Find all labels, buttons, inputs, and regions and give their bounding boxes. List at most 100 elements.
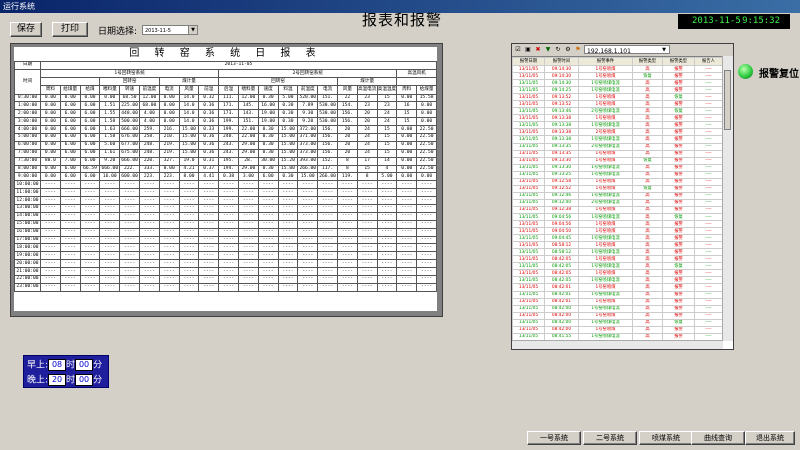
- alarm-row[interactable]: 13/11/05 09:14:30 1号窑喷煤高报警 ----: [512, 64, 723, 74]
- alarm-row[interactable]: 13/11/05 08:58:12 1号窑喷煤高报警 ----: [512, 241, 723, 250]
- table-cell: ----: [59, 211, 81, 221]
- table-cell: ----: [336, 227, 358, 237]
- evening-minute-input[interactable]: 00: [75, 374, 94, 386]
- alarm-row[interactable]: 13/11/05 08:42:00 1号窑喷煤电流高恢复 ----: [512, 318, 723, 327]
- evening-hour-input[interactable]: 20: [48, 374, 67, 386]
- table-cell: 372.00: [297, 125, 319, 135]
- table-cell: 266.00: [297, 164, 319, 174]
- date-select[interactable]: 2013-11-5 ▼: [142, 25, 198, 35]
- save-button[interactable]: 保存: [10, 22, 42, 37]
- table-cell: ----: [277, 180, 299, 190]
- alarm-cell: 1号窑喷煤电流: [578, 79, 633, 88]
- alarm-row[interactable]: 13/11/05 09:12:40 2号窑喷煤电流高报警 ----: [512, 198, 723, 207]
- flag-icon[interactable]: ⚑: [574, 45, 582, 54]
- window-icon[interactable]: ▣: [524, 45, 532, 54]
- alarm-cell: 高: [632, 262, 663, 271]
- alarm-row[interactable]: 13/11/05 09:04:50 1号窑喷煤高报警 ----: [512, 227, 723, 236]
- table-cell: ----: [40, 259, 61, 269]
- close-icon[interactable]: ✖: [534, 45, 542, 54]
- alarm-row[interactable]: 13/11/05 08:42:01 1号窑喷煤电流高报警 ----: [512, 290, 723, 299]
- alarm-column-header[interactable]: 报警日期: [512, 57, 545, 66]
- alarm-row[interactable]: 13/11/05 09:04:45 1号窑喷煤电流高报警 ----: [512, 234, 723, 243]
- alarm-cell: 09:04:45: [544, 234, 579, 243]
- alarm-column-header[interactable]: 报警时间: [544, 57, 579, 66]
- alarm-cell: 13/11/05: [512, 255, 545, 264]
- table-cell: ----: [218, 267, 239, 277]
- alarm-row[interactable]: 13/11/05 09:13:35 2号窑喷煤电流高报警 ----: [512, 142, 723, 151]
- alarm-cell: 09:14:30: [544, 72, 579, 81]
- alarm-row[interactable]: 13/11/05 09:13:30 1号窑喷煤 恢复 报警 ----: [512, 156, 723, 165]
- table-cell: 12.00: [237, 93, 259, 103]
- alarm-row[interactable]: 13/11/05 09:13:52 1号窑喷煤高报警 ----: [512, 100, 723, 109]
- alarm-row[interactable]: 13/11/05 08:42:05 1号窑喷煤高报警 ----: [512, 255, 723, 264]
- alarm-reset-button[interactable]: 报警复位: [738, 64, 800, 80]
- alarm-cell: 08:42:05: [544, 255, 579, 264]
- alarm-vertical-scrollbar[interactable]: [722, 56, 733, 341]
- alarm-row[interactable]: 13/11/05 08:58:12 1号窑喷煤电流高报警 ----: [512, 248, 723, 257]
- alarm-row[interactable]: 13/11/05 09:13:30 1号窑喷煤电流高报警 ----: [512, 163, 723, 172]
- alarm-row[interactable]: 13/11/05 08:42:00 1号窑喷煤电流高报警 ----: [512, 304, 723, 313]
- alarm-row[interactable]: 13/11/05 09:12:58 1号窑喷煤高报警 ----: [512, 177, 723, 186]
- alarm-row[interactable]: 13/11/05 09:13:25 1号窑喷煤电流高报警 ----: [512, 170, 723, 179]
- alarm-row[interactable]: 13/11/05 09:13:38 1号窑喷煤高报警 ----: [512, 114, 723, 123]
- alarm-cell: 1号窑喷煤: [578, 72, 633, 81]
- alarm-cell: 09:13:38: [544, 135, 579, 144]
- alarm-row[interactable]: 13/11/05 09:13:38 1号窑喷煤电流高报警 ----: [512, 135, 723, 144]
- alarm-row[interactable]: 13/11/05 09:04:56 1号窑喷煤电流高恢复 ----: [512, 212, 723, 222]
- alarm-cell: 1号窑喷煤: [578, 93, 633, 102]
- alarm-row[interactable]: 13/11/05 08:42:05 1号窑喷煤电流高恢复 ----: [512, 262, 723, 271]
- checkbox-icon[interactable]: ☑: [514, 45, 522, 54]
- alarm-row[interactable]: 13/11/05 08:42:01 1号窑喷煤高报警 ----: [512, 297, 723, 306]
- table-cell: ----: [416, 211, 437, 221]
- alarm-row[interactable]: 13/11/05 08:42:00 1号窑喷煤高报警 ----: [512, 325, 723, 334]
- alarm-row[interactable]: 13/11/05 09:13:38 2号窑喷煤高报警 ----: [512, 128, 723, 137]
- alarm-row[interactable]: 13/11/05 09:12:46 1号窑喷煤电流高报警 ----: [512, 191, 723, 200]
- ip-select[interactable]: 192.168.1.101 ▼: [584, 45, 670, 55]
- alarm-row[interactable]: 13/11/05 09:14:25 1号窑喷煤电流高报警 ----: [512, 86, 723, 95]
- alarm-row[interactable]: 13/11/05 09:13:46 2号窑喷煤电流高恢复 ----: [512, 107, 723, 116]
- ip-select-value: 192.168.1.101: [587, 48, 631, 55]
- alarm-cell: 13/11/05: [512, 311, 545, 320]
- alarm-row[interactable]: 13/11/05 09:13:35 1号窑喷煤高报警 ----: [512, 149, 723, 158]
- system2-button[interactable]: 二号系统: [583, 431, 637, 445]
- table-cell: 223.: [138, 172, 160, 182]
- alarm-row[interactable]: 13/11/05 09:14:30 1号窑喷煤 恢复 报警 ----: [512, 72, 723, 81]
- alarm-row[interactable]: 13/11/05 09:12:52 1号窑喷煤 恢复 报警 ----: [512, 184, 723, 193]
- table-cell: 530.00: [317, 117, 338, 127]
- curve-query-button[interactable]: 曲线查询: [691, 431, 745, 445]
- alarm-cell: 1号窑喷煤: [578, 177, 633, 186]
- alarm-row[interactable]: 13/11/05 09:04:56 1号窑喷煤高报警 ----: [512, 220, 723, 229]
- table-cell: ----: [198, 211, 220, 221]
- alarm-row[interactable]: 13/11/05 08:42:05 1号窑喷煤高报警 ----: [512, 269, 723, 278]
- alarm-row[interactable]: 13/11/05 08:42:05 1号窑喷煤电流高报警 ----: [512, 276, 723, 285]
- morning-hour-input[interactable]: 08: [48, 359, 67, 371]
- print-button[interactable]: 打印: [52, 22, 88, 37]
- alarm-row[interactable]: 13/11/05 09:13:38 1号窑喷煤电流高报警 ----: [512, 121, 723, 130]
- alarm-row[interactable]: 13/11/05 08:42:00 1号窑喷煤高报警 ----: [512, 311, 723, 320]
- alarm-horizontal-scrollbar[interactable]: [512, 340, 723, 349]
- alarm-cell: 13/11/05: [512, 86, 545, 95]
- morning-minute-input[interactable]: 00: [75, 359, 94, 371]
- table-cell: 6.00: [59, 117, 81, 127]
- filter-icon[interactable]: ▼: [544, 45, 552, 54]
- alarm-column-header[interactable]: 报警事件: [578, 57, 633, 66]
- alarm-column-header[interactable]: 报警类型: [632, 57, 663, 66]
- settings-icon[interactable]: ⚙: [564, 45, 572, 54]
- refresh-icon[interactable]: ↻: [554, 45, 562, 54]
- alarm-cell: 1号窑喷煤电流: [578, 290, 633, 299]
- system1-button[interactable]: 一号系统: [527, 431, 581, 445]
- alarm-row[interactable]: 13/11/05 09:13:52 1号窑喷煤高恢复 ----: [512, 93, 723, 102]
- table-cell: 0.00: [59, 93, 81, 103]
- alarm-cell: ----: [694, 93, 723, 102]
- scroll-thumb[interactable]: [724, 70, 731, 130]
- alarm-column-header[interactable]: 报告人: [694, 57, 723, 66]
- alarm-row[interactable]: 13/11/05 09:12:38 1号窑喷煤高报警 ----: [512, 205, 723, 214]
- page-title: 报表和报警: [362, 11, 443, 29]
- alarm-row[interactable]: 13/11/05 08:42:01 1号窑喷煤高报警 ----: [512, 283, 723, 292]
- table-cell: 0.00: [396, 125, 418, 135]
- alarm-column-header[interactable]: 报警类型: [662, 57, 695, 66]
- table-cell: ----: [59, 188, 81, 198]
- coal-system-button[interactable]: 喷煤系统: [639, 431, 693, 445]
- exit-system-button[interactable]: 退出系统: [745, 431, 795, 445]
- alarm-row[interactable]: 13/11/05 09:14:30 1号窑喷煤电流高报警 ----: [512, 79, 723, 88]
